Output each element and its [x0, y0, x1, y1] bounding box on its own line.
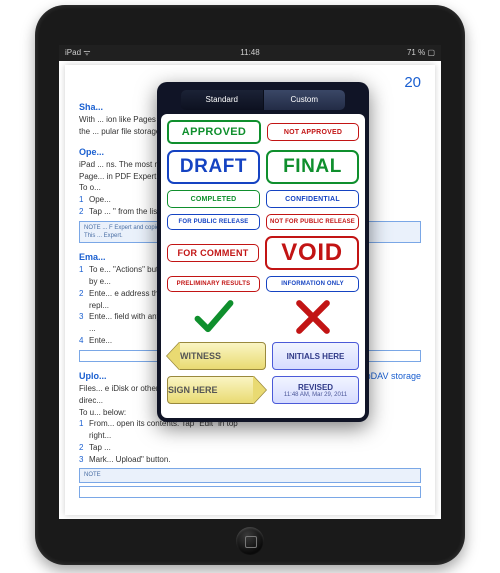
- stamp-not-approved[interactable]: NOT APPROVED: [267, 123, 359, 141]
- ipad-frame: iPad ᯤ 11:48 71 % ▢ 20 Sha... With ... i…: [35, 5, 465, 565]
- cross-icon: [291, 298, 335, 336]
- stamp-not-for-public-release[interactable]: NOT FOR PUBLIC RELEASE: [266, 214, 359, 230]
- stamp-preliminary-results[interactable]: PRELIMINARY RESULTS: [167, 276, 260, 292]
- stamp-initials-here[interactable]: INITIALS HERE: [272, 342, 359, 370]
- body-text: Tap ... " from the list.: [89, 207, 162, 216]
- stamp-draft[interactable]: DRAFT: [167, 150, 260, 184]
- stamp-checkmark[interactable]: [167, 298, 260, 336]
- input-line: [79, 486, 421, 498]
- checkmark-icon: [192, 298, 236, 336]
- note-box: NOTE: [79, 468, 421, 482]
- tab-standard[interactable]: Standard: [181, 90, 264, 110]
- body-text: Ope...: [89, 195, 111, 204]
- stamp-revised-date: 11:48 AM, Mar 29, 2011: [284, 392, 347, 398]
- body-text: Ente...: [89, 336, 112, 345]
- body-text: Tap ...: [89, 443, 111, 452]
- stamp-for-comment[interactable]: FOR COMMENT: [167, 244, 259, 262]
- status-time: 11:48: [59, 45, 441, 61]
- home-button[interactable]: [236, 527, 264, 555]
- stamps-popover: Standard Custom APPROVED NOT APPROVED DR…: [157, 82, 369, 422]
- stamp-revised[interactable]: REVISED 11:48 AM, Mar 29, 2011: [272, 376, 359, 404]
- stamp-final[interactable]: FINAL: [266, 150, 359, 184]
- stamp-completed[interactable]: COMPLETED: [167, 190, 260, 208]
- status-bar: iPad ᯤ 11:48 71 % ▢: [59, 45, 441, 61]
- stamp-cross[interactable]: [266, 298, 359, 336]
- popover-tabbar: Standard Custom: [181, 90, 345, 110]
- body-text: right...: [89, 431, 421, 442]
- stamp-sign-here[interactable]: SIGN HERE: [167, 376, 254, 404]
- stamps-grid: APPROVED NOT APPROVED DRAFT FINAL COMPLE…: [161, 114, 365, 418]
- stamp-witness[interactable]: WITNESS: [179, 342, 266, 370]
- ipad-screen: iPad ᯤ 11:48 71 % ▢ 20 Sha... With ... i…: [59, 45, 441, 519]
- stamp-revised-label: REVISED: [298, 383, 333, 392]
- stamp-information-only[interactable]: INFORMATION ONLY: [266, 276, 359, 292]
- stamp-void[interactable]: VOID: [265, 236, 359, 270]
- stamp-for-public-release[interactable]: FOR PUBLIC RELEASE: [167, 214, 260, 230]
- body-text: Mark... Upload" button.: [89, 455, 171, 464]
- stamp-approved[interactable]: APPROVED: [167, 120, 261, 144]
- tab-custom[interactable]: Custom: [264, 90, 346, 110]
- stamp-confidential[interactable]: CONFIDENTIAL: [266, 190, 359, 208]
- page-number: 20: [404, 73, 421, 93]
